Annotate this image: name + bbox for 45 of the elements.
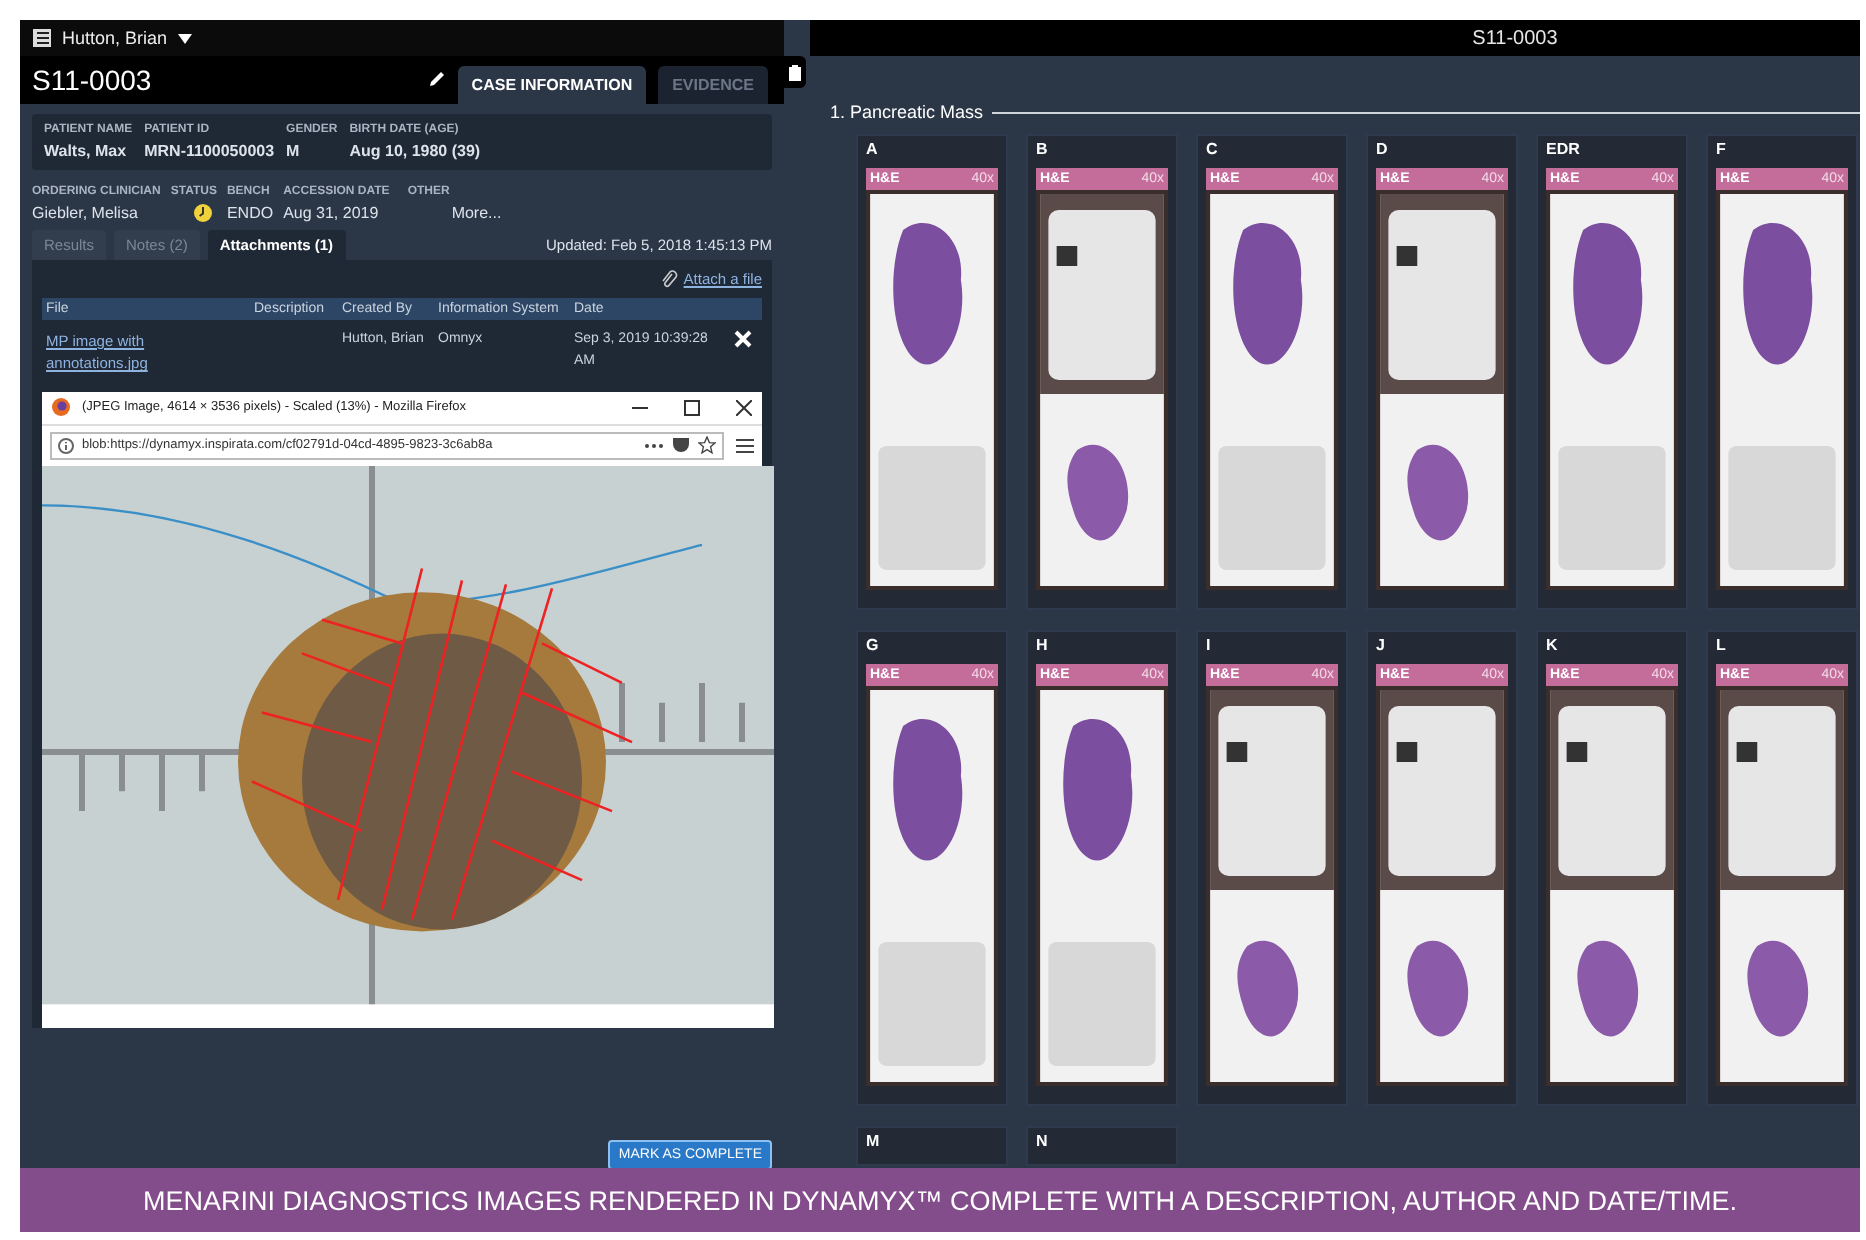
slide-card[interactable]: N [1026,1126,1178,1166]
slide-label: H [1036,636,1050,654]
slide-label: A [866,140,880,158]
user-menu[interactable]: Hutton, Brian [62,28,168,48]
pencil-icon[interactable] [427,70,446,88]
field-value: ENDO [226,204,274,222]
side-tab[interactable] [784,56,806,88]
field-value: M [286,142,302,160]
slide-label: F [1716,140,1728,158]
slide-label: D [1376,140,1390,158]
field-value: Aug 10, 1980 (39) [349,142,481,160]
field-value: MRN-1100050003 [144,142,275,160]
case-tab[interactable]: CASE INFORMATION [457,66,647,104]
slide-label: J [1376,636,1387,654]
close-icon[interactable] [736,399,752,415]
info-icon [58,437,74,453]
clipboard-icon [788,63,802,81]
slide-card[interactable]: M [856,1126,1008,1166]
slide-label: G [866,636,881,654]
paperclip-icon [659,269,678,289]
case-number: S11-0003 [32,64,154,96]
more-link[interactable]: More... [451,204,502,222]
field-value: Walts, Max [44,142,129,160]
slide-label: L [1716,636,1728,654]
menu-icon[interactable] [736,437,754,453]
slide-label: M [866,1132,882,1150]
browser-logo-icon [52,398,70,416]
shield-icon[interactable] [672,436,690,454]
slide-label: C [1206,140,1220,158]
book-icon[interactable] [32,28,52,48]
slide-label: B [1036,140,1050,158]
slide-label: K [1546,636,1560,654]
section-heading: 1. Pancreatic Mass [830,102,984,122]
caret-icon[interactable] [177,33,192,43]
slide-label: EDR [1546,140,1582,158]
star-icon[interactable] [698,436,716,454]
field-value: Giebler, Melisa [32,204,140,222]
slide-label: I [1206,636,1213,654]
status-clock-icon [194,204,213,222]
slide-label: N [1036,1132,1050,1150]
field-value: Aug 31, 2019 [283,204,381,222]
maximize-icon[interactable] [684,399,700,415]
case-title: S11-0003 [1472,27,1558,49]
caption-banner: MENARINI DIAGNOSTICS IMAGES RENDERED IN DYNAMYX™ COMPLETE WITH A DESCRIPTION, AUTHOR AND DATE/TIME. [20,1168,1860,1232]
more-icon[interactable] [644,441,664,449]
